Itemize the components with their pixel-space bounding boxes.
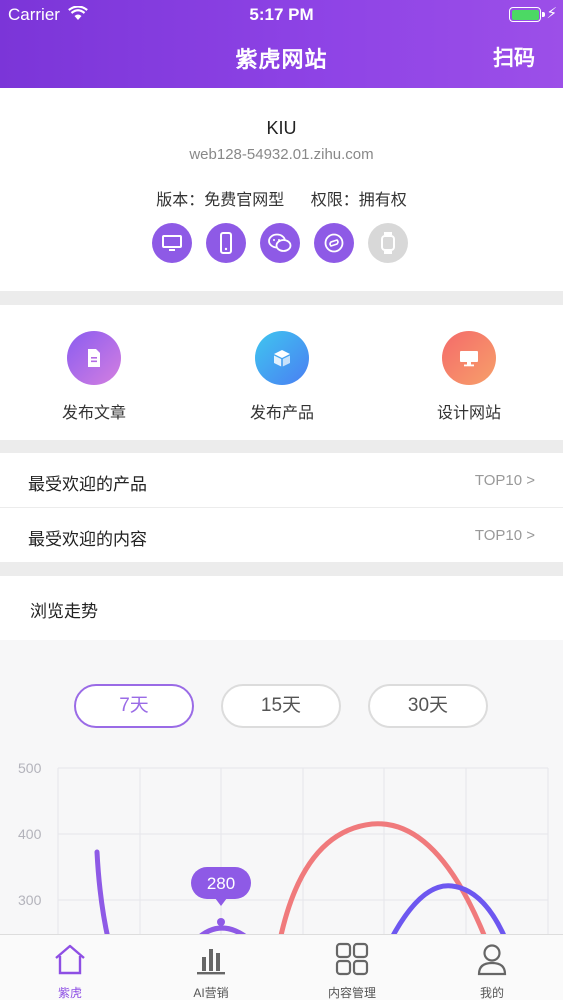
design-website-label: 设计网站 bbox=[436, 405, 501, 422]
platform-icons bbox=[152, 223, 408, 263]
publish-product-button[interactable]: 发布产品 bbox=[212, 331, 352, 423]
mobile-icon[interactable] bbox=[206, 223, 246, 263]
tab-ai-marketing-label: AI营销 bbox=[193, 986, 229, 1000]
purple-series-line bbox=[94, 849, 111, 940]
y-tick-label: 500 bbox=[18, 760, 42, 776]
popular-content-row[interactable]: 最受欢迎的内容 TOP10 > bbox=[0, 508, 563, 563]
trend-title: 浏览走势 bbox=[30, 602, 98, 621]
site-permission: 权限：拥有权 bbox=[310, 192, 407, 209]
y-tick-label: 300 bbox=[18, 892, 42, 908]
publish-article-button[interactable]: 发布文章 bbox=[24, 331, 164, 423]
tab-ai-marketing[interactable]: AI营销 bbox=[161, 941, 261, 1000]
trend-header: 浏览走势 bbox=[0, 576, 563, 640]
popular-products-label: 最受欢迎的产品 bbox=[28, 475, 147, 494]
popular-list: 最受欢迎的产品 TOP10 > 最受欢迎的内容 TOP10 > bbox=[0, 453, 563, 563]
site-name: KIU bbox=[266, 118, 297, 138]
design-website-button[interactable]: 设计网站 bbox=[399, 331, 539, 423]
tooltip-point bbox=[217, 918, 225, 926]
tab-content-management[interactable]: 内容管理 bbox=[302, 941, 402, 1000]
popular-content-link[interactable]: TOP10 > bbox=[475, 527, 535, 544]
tab-bar: 紫虎 AI营销 内容管理 我的 bbox=[0, 934, 563, 1000]
section-divider bbox=[0, 440, 563, 453]
battery-icon bbox=[509, 7, 545, 22]
popular-content-label: 最受欢迎的内容 bbox=[28, 530, 147, 549]
site-url[interactable]: web128-54932.01.zihu.com bbox=[0, 146, 563, 163]
desktop-icon[interactable] bbox=[152, 223, 192, 263]
tab-home[interactable]: 紫虎 bbox=[20, 941, 120, 1000]
user-icon bbox=[477, 944, 507, 976]
status-time: 5:17 PM bbox=[249, 5, 314, 24]
section-divider bbox=[0, 291, 563, 305]
site-info-card: KIU web128-54932.01.zihu.com 版本：免费官网型 权限… bbox=[0, 88, 563, 291]
watch-icon[interactable] bbox=[368, 223, 408, 263]
trend-chart: 500 400 300 280 bbox=[18, 760, 549, 940]
violet-series-line bbox=[387, 883, 509, 940]
quick-actions: 发布文章 发布产品 设计网站 bbox=[0, 305, 563, 440]
y-tick-label: 400 bbox=[18, 826, 42, 842]
publish-product-label: 发布产品 bbox=[249, 405, 314, 422]
tooltip-value: 280 bbox=[207, 874, 235, 893]
popular-products-row[interactable]: 最受欢迎的产品 TOP10 > bbox=[0, 453, 563, 508]
site-meta: 版本：免费官网型 权限：拥有权 bbox=[0, 186, 563, 210]
range-15-days-button[interactable]: 15天 bbox=[221, 684, 341, 728]
scan-button[interactable]: 扫码 bbox=[493, 42, 535, 72]
app-header: Carrier 5:17 PM ⚡ 紫虎网站 扫码 bbox=[0, 0, 563, 88]
bar-chart-icon bbox=[197, 949, 225, 975]
home-icon bbox=[55, 944, 85, 975]
range-7-days-button[interactable]: 7天 bbox=[74, 684, 194, 728]
popular-products-link[interactable]: TOP10 > bbox=[475, 472, 535, 489]
tab-profile[interactable]: 我的 bbox=[442, 941, 542, 1000]
charging-icon: ⚡ bbox=[546, 5, 557, 22]
site-version: 版本：免费官网型 bbox=[156, 192, 285, 209]
range-30-days-button[interactable]: 30天 bbox=[368, 684, 488, 728]
page-title: 紫虎网站 bbox=[235, 47, 328, 72]
tab-content-management-label: 内容管理 bbox=[327, 986, 376, 1000]
tab-profile-label: 我的 bbox=[479, 986, 504, 1000]
grid-icon bbox=[335, 942, 369, 976]
document-icon bbox=[67, 331, 121, 385]
mini-program-icon[interactable] bbox=[314, 223, 354, 263]
status-bar: Carrier 5:17 PM ⚡ bbox=[0, 0, 563, 30]
tab-home-label: 紫虎 bbox=[57, 986, 82, 1000]
monitor-icon bbox=[442, 331, 496, 385]
box-icon bbox=[255, 331, 309, 385]
publish-article-label: 发布文章 bbox=[61, 405, 126, 422]
section-divider bbox=[0, 563, 563, 576]
wechat-icon[interactable] bbox=[260, 223, 300, 263]
